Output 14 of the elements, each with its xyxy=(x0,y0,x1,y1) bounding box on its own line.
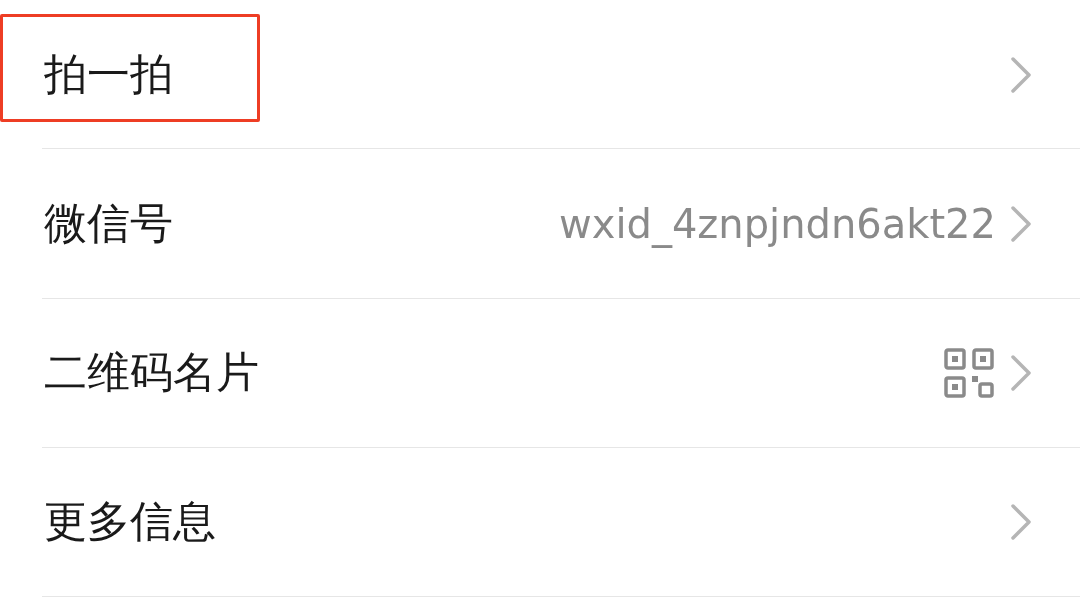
row-label: 二维码名片 xyxy=(44,346,260,400)
row-label: 微信号 xyxy=(44,196,174,250)
wechat-id: wxid_4znpjndn6akt22 xyxy=(559,200,996,247)
settings-row[interactable]: 拍一拍 xyxy=(0,0,1080,150)
chevron-right-icon xyxy=(1010,55,1032,94)
row-label: 更多信息 xyxy=(44,495,217,549)
qr-code-icon xyxy=(944,348,996,399)
chevron-right-icon xyxy=(1010,503,1032,542)
settings-row[interactable]: 微信号 wxid_4znpjndn6akt22 xyxy=(0,149,1080,299)
row-label: 拍一拍 xyxy=(44,47,174,101)
settings-row[interactable]: 二维码名片 xyxy=(0,298,1080,448)
settings-row[interactable]: 更多信息 xyxy=(0,447,1080,597)
chevron-right-icon xyxy=(1010,204,1032,243)
chevron-right-icon xyxy=(1010,354,1032,393)
